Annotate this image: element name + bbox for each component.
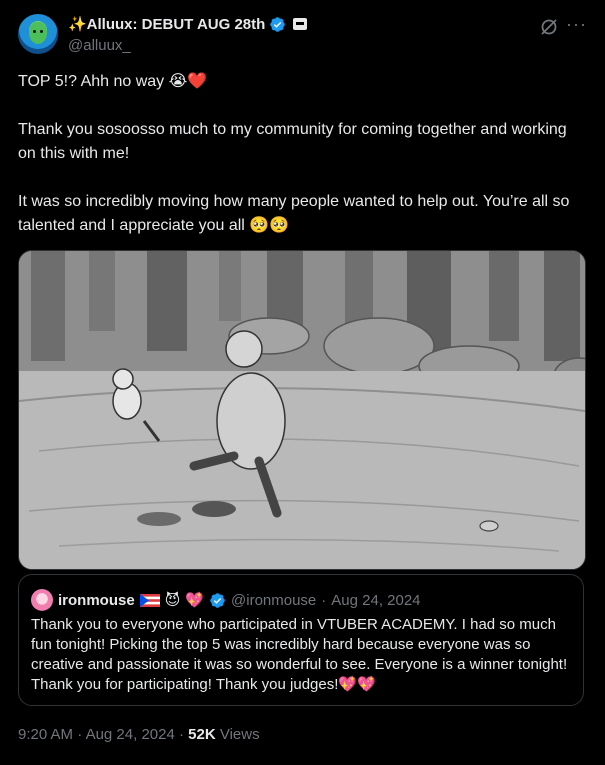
tweet-paragraph: It was so incredibly moving how many peo… <box>18 193 570 234</box>
author-name-row[interactable]: ✨Alluux: DEBUT AUG 28th <box>68 15 308 33</box>
views-count: 52K <box>188 726 216 743</box>
tweet-media-image[interactable] <box>18 250 586 570</box>
grok-icon[interactable] <box>539 17 559 37</box>
heart-emoji-icon: 💖 <box>185 592 205 609</box>
meta-separator: · <box>77 726 83 743</box>
quoted-separator: · <box>321 591 327 609</box>
quoted-date[interactable]: Aug 24, 2024 <box>331 592 420 609</box>
quoted-avatar[interactable] <box>31 589 53 611</box>
avatar-face <box>29 22 47 44</box>
more-icon[interactable]: ··· <box>566 14 587 35</box>
illustration <box>19 251 585 569</box>
puerto-rico-flag-icon <box>139 593 160 607</box>
meta-separator: · <box>178 726 184 743</box>
tweet-time[interactable]: 9:20 AM <box>18 726 73 743</box>
label-badge-icon <box>293 18 308 30</box>
quoted-author-name[interactable]: ironmouse <box>58 592 135 609</box>
tweet-meta: 9:20 AM · Aug 24, 2024 · 52K Views <box>18 726 260 743</box>
tweet-text: TOP 5!? Ahh no way 😭❤️ Thank you sosooss… <box>18 70 588 262</box>
verified-badge-icon <box>269 16 286 33</box>
devil-emoji-icon: 😈 <box>164 592 181 609</box>
author-handle[interactable]: @alluux_ <box>68 37 131 54</box>
verified-badge-icon <box>209 592 226 609</box>
tweet-paragraph: TOP 5!? Ahh no way 😭❤️ <box>18 73 208 90</box>
avatar-eye <box>40 30 43 33</box>
avatar-eye <box>33 30 36 33</box>
author-avatar[interactable] <box>18 14 58 54</box>
tweet-paragraph: Thank you sosoosso much to my community … <box>18 121 567 162</box>
quoted-tweet-text: Thank you to everyone who participated i… <box>31 616 568 693</box>
quoted-tweet[interactable]: ironmouse 😈 💖 @ironmouse · Aug 24, 2024 … <box>18 574 584 706</box>
views-label: Views <box>219 726 260 743</box>
author-display-name[interactable]: ✨Alluux: DEBUT AUG 28th <box>68 15 265 33</box>
quoted-handle[interactable]: @ironmouse <box>231 592 316 609</box>
tweet-date[interactable]: Aug 24, 2024 <box>86 726 175 743</box>
quoted-tweet-header: ironmouse 😈 💖 @ironmouse · Aug 24, 2024 <box>31 589 421 611</box>
